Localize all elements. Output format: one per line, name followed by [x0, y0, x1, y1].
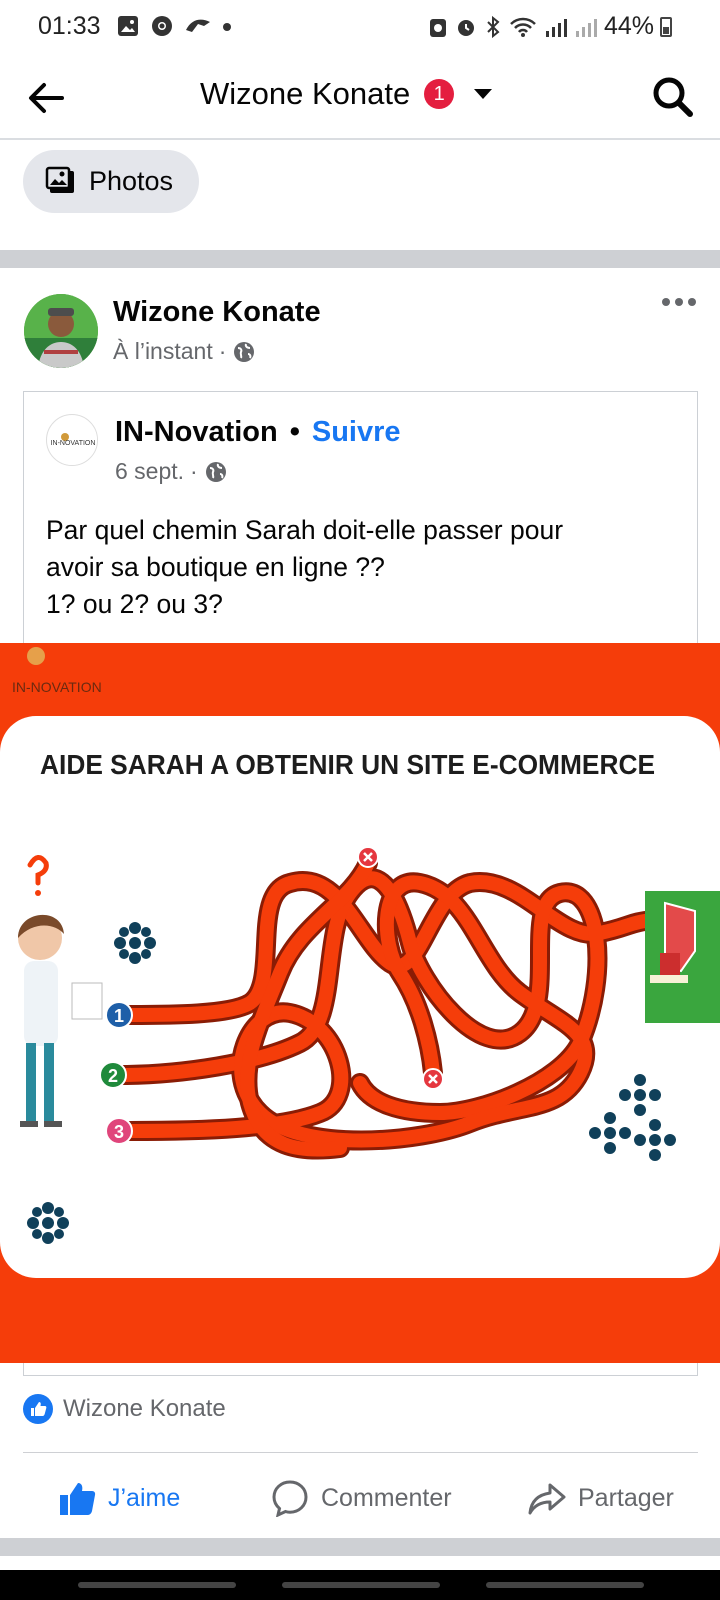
shared-post-meta: 6 sept. ·	[115, 458, 228, 485]
post-actions: J’aime Commenter Partager	[0, 1460, 720, 1536]
path-number-1: 1	[105, 1001, 133, 1029]
svg-text:IN-NOVATION: IN-NOVATION	[51, 440, 96, 447]
post-text: Par quel chemin Sarah doit-elle passer p…	[46, 512, 666, 623]
shared-page-name[interactable]: IN-Novation	[115, 416, 278, 449]
dead-end-marker	[422, 1068, 444, 1090]
actions-divider	[23, 1452, 698, 1453]
system-nav-bar	[0, 1570, 720, 1600]
nav-back-handle[interactable]	[486, 1582, 644, 1588]
section-separator	[0, 1538, 720, 1556]
wifi-icon	[510, 17, 536, 37]
battery-icon	[660, 16, 672, 37]
comment-bubble-icon	[272, 1480, 308, 1517]
globe-icon	[234, 341, 255, 362]
shared-post-date: 6 sept.	[115, 458, 185, 484]
svg-text:2: 2	[108, 1066, 118, 1086]
image-headline: AIDE SARAH A OBTENIR UN SITE E-COMMERCE	[40, 749, 655, 780]
post-meta: À l’instant ·	[113, 338, 256, 365]
post-image[interactable]: IN-NOVATION AIDE SARAH A OBTENIR UN SITE…	[0, 643, 720, 1363]
status-time: 01:33	[38, 12, 101, 40]
photos-filter-chip[interactable]: Photos	[23, 150, 199, 213]
signal-2-icon	[575, 18, 597, 37]
data-saver-icon	[429, 18, 446, 37]
post-text-line: 1? ou 2? ou 3?	[46, 589, 223, 619]
post-text-line: Par quel chemin Sarah doit-elle passer p…	[46, 515, 564, 545]
status-system-icons: 44%	[428, 12, 672, 41]
chrome-icon	[152, 16, 172, 36]
meta-separator: ·	[218, 338, 227, 364]
shared-meta-separator: ·	[190, 458, 198, 484]
section-separator	[0, 250, 720, 268]
share-button[interactable]: Partager	[528, 1460, 674, 1536]
svg-text:3: 3	[114, 1122, 124, 1142]
post-time: À l’instant	[113, 338, 213, 364]
nav-recents-handle[interactable]	[78, 1582, 236, 1588]
photos-chip-label: Photos	[89, 166, 174, 196]
comment-label: Commenter	[321, 1483, 452, 1512]
image-white-card	[0, 716, 720, 1278]
battery-percent: 44%	[603, 12, 654, 40]
path-number-2: 2	[99, 1061, 127, 1089]
dropdown-caret-icon	[474, 89, 493, 99]
page-title: Wizone Konate	[200, 76, 411, 111]
share-label: Partager	[578, 1483, 674, 1512]
flight-app-icon	[186, 19, 210, 32]
follow-button[interactable]: Suivre	[312, 416, 401, 449]
shared-page-avatar[interactable]: IN-NOVATION	[46, 414, 98, 466]
globe-icon	[205, 461, 226, 482]
signal-icon	[545, 18, 567, 37]
post-header: Wizone Konate À l’instant ·	[0, 268, 720, 378]
more-options-icon[interactable]	[662, 298, 696, 306]
svg-text:1: 1	[114, 1006, 124, 1026]
status-bar: 01:33 44%	[0, 0, 720, 52]
name-separator: •	[289, 416, 300, 448]
search-icon[interactable]	[650, 74, 696, 120]
avatar-image	[24, 294, 98, 368]
post-author-name[interactable]: Wizone Konate	[113, 296, 321, 329]
back-arrow-icon[interactable]	[24, 76, 68, 120]
path-number-3: 3	[105, 1117, 133, 1145]
status-notification-icons	[116, 14, 232, 38]
post-text-line: avoir sa boutique en ligne ??	[46, 552, 385, 582]
gallery-icon	[118, 16, 138, 36]
photos-icon	[45, 166, 74, 193]
comment-button[interactable]: Commenter	[271, 1460, 452, 1536]
reaction-names: Wizone Konate	[63, 1395, 226, 1422]
profile-top-bar: Wizone Konate 1	[0, 60, 720, 140]
alarm-icon	[457, 19, 474, 36]
avatar[interactable]	[24, 294, 98, 368]
bluetooth-icon	[487, 15, 500, 38]
share-arrow-icon	[528, 1483, 566, 1515]
like-label: J’aime	[108, 1483, 181, 1512]
ecommerce-goal-image	[645, 891, 720, 1023]
reactions-summary[interactable]: Wizone Konate	[23, 1394, 226, 1424]
in-novation-logo: IN-NOVATION	[48, 416, 97, 465]
nav-home-handle[interactable]	[282, 1582, 440, 1588]
notification-dot-icon	[223, 23, 231, 31]
like-reaction-icon	[23, 1394, 53, 1424]
profile-switcher[interactable]: Wizone Konate 1	[200, 76, 493, 112]
notification-badge: 1	[424, 79, 455, 109]
svg-text:IN-NOVATION: IN-NOVATION	[12, 679, 102, 695]
like-button[interactable]: J’aime	[58, 1460, 180, 1536]
thumbs-up-icon	[60, 1483, 96, 1515]
shared-page-row: IN-Novation • Suivre	[115, 416, 401, 449]
dead-end-marker	[357, 846, 379, 868]
